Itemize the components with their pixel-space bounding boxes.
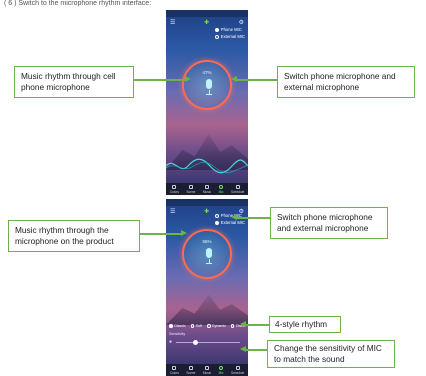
tab-label: Mic — [218, 370, 224, 375]
radio-dot — [230, 324, 235, 328]
tab-scene[interactable]: Scene — [186, 365, 196, 375]
callout-sensitivity: Change the sensitivity of MIC to match t… — [267, 340, 395, 368]
tab-colors[interactable]: Colors — [169, 184, 179, 194]
style-label: Soft — [195, 324, 202, 328]
bottom-tab-bar: Colors Scene Music Mic Schedule — [166, 364, 248, 376]
tab-label: Music — [202, 189, 212, 194]
callout-music-rhythm-phone: Music rhythm through cell phone micropho… — [14, 66, 134, 98]
mic-level-ring[interactable]: 47% — [182, 60, 232, 110]
mic-source-selector: Phone MIC External MIC — [214, 212, 245, 226]
radio-dot — [214, 220, 219, 225]
status-bar — [166, 199, 248, 206]
arrow-to-phone-mic — [134, 76, 191, 82]
radio-label: External MIC — [220, 220, 245, 225]
callout-text: Switch phone microphone and external mic… — [284, 71, 396, 92]
callout-text: Music rhythm through the microphone on t… — [15, 225, 114, 246]
background-mountain — [166, 294, 248, 325]
tab-music[interactable]: Music — [202, 184, 212, 194]
tab-music[interactable]: Music — [202, 365, 212, 375]
menu-icon[interactable]: ☰ — [170, 19, 175, 26]
tab-mic[interactable]: Mic — [218, 365, 224, 375]
radio-external-mic[interactable]: External MIC — [214, 219, 245, 226]
radio-dot — [214, 27, 219, 32]
arrow-to-style-options — [240, 321, 269, 327]
status-bar — [166, 10, 248, 17]
arrow-to-mic-switch-bottom — [231, 214, 270, 220]
mic-source-selector: Phone MIC External MIC — [214, 26, 245, 40]
radio-dot — [207, 324, 211, 328]
style-option-soft[interactable]: Soft — [190, 324, 202, 328]
phone-screen-phone-mic: ☰ ✚ ⚙ Phone MIC External MIC 47% Colors … — [166, 10, 248, 195]
callout-switch-mic-bottom: Switch phone microphone and external mic… — [270, 207, 388, 239]
radio-label: Phone MIC — [220, 27, 242, 32]
rhythm-style-options: Classic Soft Dynamic Disco — [169, 324, 245, 328]
tab-label: Schedule — [230, 370, 245, 375]
radio-dot — [214, 213, 219, 218]
radio-external-mic[interactable]: External MIC — [214, 33, 245, 40]
style-option-classic[interactable]: Classic — [169, 324, 186, 328]
style-label: Dynamic — [212, 324, 226, 328]
tab-label: Music — [202, 370, 212, 375]
arrow-to-sensitivity-slider — [240, 346, 267, 352]
sound-wave — [166, 158, 248, 174]
menu-icon[interactable]: ☰ — [170, 208, 175, 215]
arrow-to-product-mic — [140, 230, 187, 236]
tab-label: Colors — [169, 189, 179, 194]
add-icon[interactable]: ✚ — [204, 208, 209, 215]
phone-screen-product-mic: ☰ ✚ ⚙ Phone MIC External MIC 56% Classic… — [166, 199, 248, 376]
callout-text: 4-style rhythm — [275, 319, 328, 329]
sensitivity-slider[interactable] — [176, 340, 240, 346]
tab-mic[interactable]: Mic — [218, 184, 224, 194]
tab-label: Scene — [186, 370, 196, 375]
tab-scene[interactable]: Scene — [186, 184, 196, 194]
callout-music-rhythm-product: Music rhythm through the microphone on t… — [8, 220, 140, 252]
radio-label: External MIC — [220, 34, 245, 39]
mic-level-text: 47% — [202, 70, 212, 75]
sensitivity-label: Sensitivity — [169, 332, 186, 336]
tab-label: Colors — [169, 370, 179, 375]
tab-label: Mic — [218, 189, 224, 194]
radio-phone-mic[interactable]: Phone MIC — [214, 26, 245, 33]
tab-schedule[interactable]: Schedule — [230, 184, 245, 194]
bottom-tab-bar: Colors Scene Music Mic Schedule — [166, 183, 248, 195]
mic-level-text: 56% — [202, 239, 212, 244]
tab-label: Schedule — [230, 189, 245, 194]
callout-switch-mic-top: Switch phone microphone and external mic… — [277, 66, 415, 98]
radio-dot — [214, 34, 219, 39]
callout-four-style-rhythm: 4-style rhythm — [269, 316, 341, 333]
microphone-small-icon: ● — [169, 339, 173, 345]
page-heading: ( 6 ) Switch to the microphone rhythm in… — [4, 0, 152, 7]
tab-schedule[interactable]: Schedule — [230, 365, 245, 375]
radio-dot — [169, 324, 173, 328]
arrow-to-mic-switch-top — [231, 76, 277, 82]
add-icon[interactable]: ✚ — [204, 19, 209, 26]
tab-colors[interactable]: Colors — [169, 365, 179, 375]
callout-text: Music rhythm through cell phone micropho… — [21, 71, 116, 92]
settings-icon[interactable]: ⚙ — [239, 19, 244, 26]
radio-dot — [190, 324, 195, 328]
callout-text: Change the sensitivity of MIC to match t… — [274, 343, 382, 364]
style-option-dynamic[interactable]: Dynamic — [207, 324, 226, 328]
slider-knob[interactable] — [192, 340, 198, 346]
tab-label: Scene — [186, 189, 196, 194]
callout-text: Switch phone microphone and external mic… — [277, 212, 373, 233]
mic-level-ring[interactable]: 56% — [182, 229, 232, 279]
style-label: Classic — [174, 324, 186, 328]
